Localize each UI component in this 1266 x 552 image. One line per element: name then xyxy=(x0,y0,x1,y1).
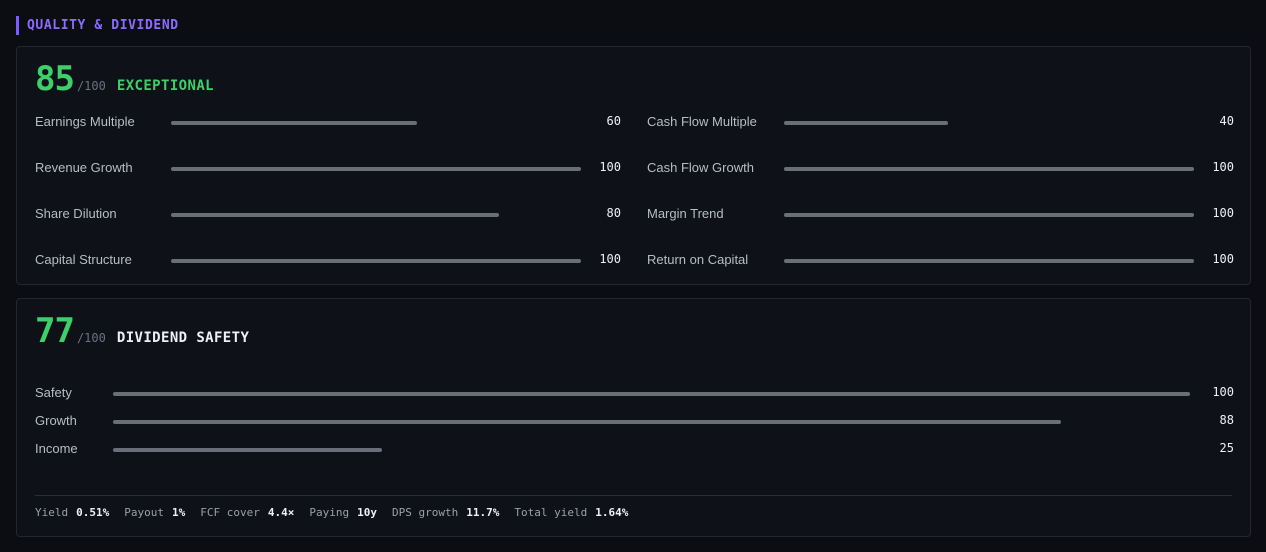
metric-value: 60 xyxy=(606,114,621,128)
stat-key: Payout xyxy=(124,506,164,519)
quality-card: 85 /100 EXCEPTIONAL Earnings Multiple 60… xyxy=(16,46,1251,285)
metric-track xyxy=(171,259,581,263)
metric-value: 100 xyxy=(1212,385,1234,399)
metric-row: Return on Capital 100 xyxy=(647,250,1234,270)
metric-track xyxy=(784,259,1194,263)
stat-value: 1.64% xyxy=(595,506,629,519)
metric-track xyxy=(171,167,581,171)
metric-fill xyxy=(113,420,1061,424)
metric-value: 88 xyxy=(1219,413,1234,427)
quality-score: 85 xyxy=(35,59,75,99)
section-header: QUALITY & DIVIDEND xyxy=(16,15,179,35)
quality-score-row: 85 /100 EXCEPTIONAL xyxy=(35,59,214,99)
metric-label: Capital Structure xyxy=(35,252,132,267)
metric-fill xyxy=(171,121,417,125)
metric-value: 100 xyxy=(599,252,621,266)
metric-label: Revenue Growth xyxy=(35,160,133,175)
stat-value: 11.7% xyxy=(466,506,500,519)
metric-row: Cash Flow Growth 100 xyxy=(647,158,1234,178)
stats-divider xyxy=(35,495,1232,496)
dividend-title: DIVIDEND SAFETY xyxy=(116,330,250,346)
stat-yield: Yield 0.51% xyxy=(35,506,109,519)
metric-value: 100 xyxy=(599,160,621,174)
metric-row: Margin Trend 100 xyxy=(647,204,1234,224)
stat-key: FCF cover xyxy=(200,506,260,519)
metric-row: Safety 100 xyxy=(35,383,1234,403)
stat-value: 1% xyxy=(172,506,186,519)
metric-label: Cash Flow Multiple xyxy=(647,114,757,129)
metric-value: 100 xyxy=(1212,206,1234,220)
stat-key: Paying xyxy=(309,506,350,519)
metric-value: 25 xyxy=(1219,441,1234,455)
metric-fill xyxy=(784,213,1194,217)
quality-rating: EXCEPTIONAL xyxy=(116,78,214,94)
metric-track xyxy=(784,121,1194,125)
metric-track xyxy=(113,448,1190,452)
dividend-card: 77 /100 DIVIDEND SAFETY Safety 100 Growt… xyxy=(16,298,1251,537)
metric-row: Income 25 xyxy=(35,439,1234,459)
metric-fill xyxy=(784,259,1194,263)
metric-fill xyxy=(171,213,499,217)
metric-track xyxy=(784,167,1194,171)
metric-row: Growth 88 xyxy=(35,411,1234,431)
stat-key: Total yield xyxy=(514,506,588,519)
metric-label: Income xyxy=(35,441,78,456)
metric-value: 100 xyxy=(1212,160,1234,174)
metric-row: Capital Structure 100 xyxy=(35,250,621,270)
metric-label: Growth xyxy=(35,413,77,428)
metric-row: Earnings Multiple 60 xyxy=(35,112,621,132)
metric-fill xyxy=(784,167,1194,171)
metric-row: Cash Flow Multiple 40 xyxy=(647,112,1234,132)
dividend-score: 77 xyxy=(35,311,75,351)
metric-track xyxy=(113,420,1190,424)
metric-fill xyxy=(171,167,581,171)
section-accent-bar xyxy=(16,15,19,35)
dividend-score-max: /100 xyxy=(76,331,106,345)
metric-label: Return on Capital xyxy=(647,252,749,267)
metric-row: Revenue Growth 100 xyxy=(35,158,621,178)
metric-track xyxy=(171,121,581,125)
metric-track xyxy=(784,213,1194,217)
metric-fill xyxy=(113,448,383,452)
metric-label: Margin Trend xyxy=(647,206,724,221)
stat-paying: Paying 10y xyxy=(309,506,377,519)
stat-dps-growth: DPS growth 11.7% xyxy=(392,506,499,519)
metric-fill xyxy=(171,259,581,263)
stat-value: 4.4× xyxy=(267,506,295,519)
dividend-score-row: 77 /100 DIVIDEND SAFETY xyxy=(35,311,249,351)
metric-label: Earnings Multiple xyxy=(35,114,135,129)
metric-label: Share Dilution xyxy=(35,206,117,221)
quality-score-max: /100 xyxy=(76,79,106,93)
stat-fcf-cover: FCF cover 4.4× xyxy=(200,506,294,519)
dividend-stats: Yield 0.51% Payout 1% FCF cover 4.4× Paying… xyxy=(35,506,643,519)
stat-total-yield: Total yield 1.64% xyxy=(514,506,628,519)
metric-row: Share Dilution 80 xyxy=(35,204,621,224)
metric-fill xyxy=(784,121,948,125)
metric-value: 100 xyxy=(1212,252,1234,266)
metric-value: 40 xyxy=(1219,114,1234,128)
stat-value: 0.51% xyxy=(76,506,110,519)
metric-track xyxy=(171,213,581,217)
stat-payout: Payout 1% xyxy=(124,506,185,519)
metric-label: Cash Flow Growth xyxy=(647,160,754,175)
stat-key: Yield xyxy=(35,506,69,519)
metric-fill xyxy=(113,392,1190,396)
stat-value: 10y xyxy=(357,506,377,519)
metric-track xyxy=(113,392,1190,396)
section-title: QUALITY & DIVIDEND xyxy=(27,17,179,33)
stat-key: DPS growth xyxy=(391,506,459,519)
metric-value: 80 xyxy=(606,206,621,220)
metric-label: Safety xyxy=(35,385,72,400)
